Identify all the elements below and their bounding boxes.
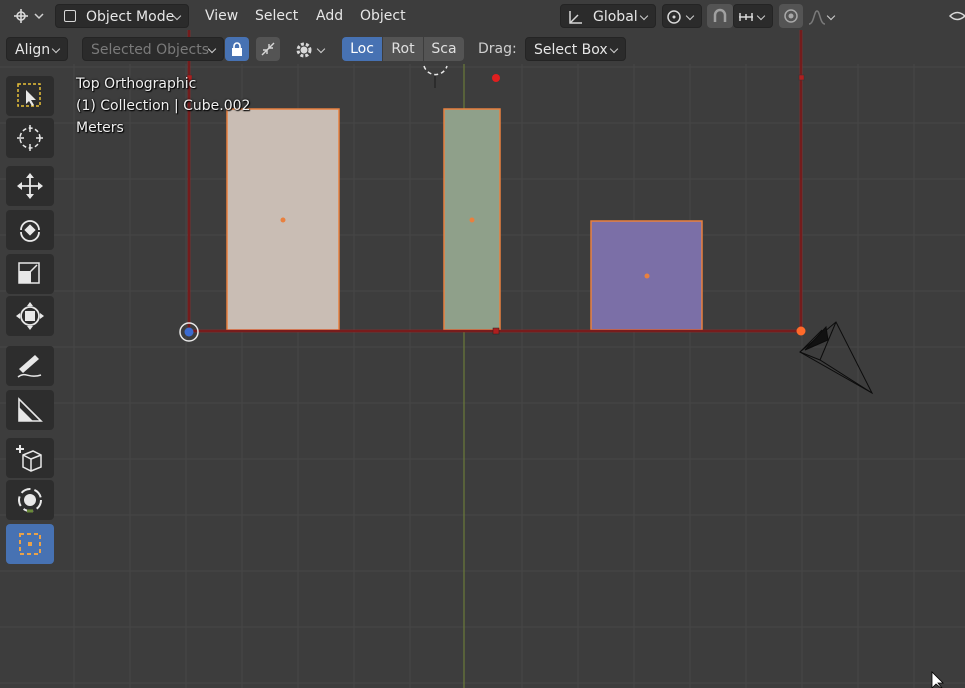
transform-tool[interactable] <box>6 296 54 336</box>
move-arrows-icon <box>17 173 43 199</box>
collection-info: (1) Collection | Cube.002 <box>76 98 251 114</box>
transform-orientation-dropdown[interactable]: Global <box>560 4 656 28</box>
add-cube-icon <box>16 445 42 472</box>
falloff-curve-icon <box>808 10 826 25</box>
menu-object[interactable]: Object <box>354 4 412 28</box>
units-label: Meters <box>76 120 124 136</box>
measure-tool[interactable] <box>6 390 54 430</box>
align-dropdown[interactable]: Align <box>6 37 68 61</box>
drag-label: Drag: <box>478 41 517 57</box>
cursor-tool[interactable] <box>6 118 54 158</box>
orientation-label: Global <box>593 9 638 25</box>
active-select-tool[interactable] <box>6 524 54 564</box>
magnet-icon <box>713 8 727 22</box>
camera-tool[interactable] <box>6 480 54 520</box>
menu-add[interactable]: Add <box>310 4 349 28</box>
proportional-edit-toggle[interactable] <box>779 4 803 28</box>
pencil-icon <box>17 355 42 378</box>
rotate-tool[interactable] <box>6 210 54 250</box>
options-dropdown[interactable] <box>291 37 333 61</box>
visibility-button[interactable] <box>948 4 965 28</box>
pivot-point-dropdown[interactable] <box>662 4 702 28</box>
snap-target-dropdown[interactable] <box>733 4 773 28</box>
scale-tool[interactable] <box>6 254 54 294</box>
snap-increment-icon <box>739 13 753 21</box>
select-box-icon <box>17 83 41 107</box>
segment-loc[interactable]: Loc <box>342 37 382 61</box>
drag-dropdown[interactable]: Select Box <box>525 37 626 61</box>
3d-viewport[interactable]: Object Mode View Select Add Object Globa… <box>0 0 965 688</box>
camera-orbit-icon <box>18 488 42 513</box>
mode-dropdown[interactable]: Object Mode <box>55 4 189 28</box>
mouse-pointer <box>931 671 944 688</box>
object-mode-icon <box>64 10 76 22</box>
pivot-icon <box>667 10 681 24</box>
rotate-icon <box>20 220 40 242</box>
editor-type-button[interactable] <box>4 4 48 28</box>
menu-select[interactable]: Select <box>249 4 304 28</box>
transform-icon <box>16 302 44 330</box>
eye-icon <box>948 11 965 21</box>
add-cube-tool[interactable] <box>6 438 54 478</box>
shrink-arrows-icon <box>261 42 275 56</box>
annotate-tool[interactable] <box>6 346 54 386</box>
lock-icon <box>232 42 242 56</box>
view-name: Top Orthographic <box>76 76 197 92</box>
cursor-icon <box>17 125 43 151</box>
scale-icon <box>18 262 40 284</box>
snap-toggle[interactable] <box>707 4 733 28</box>
gear-icon <box>296 42 312 58</box>
segment-rot[interactable]: Rot <box>383 37 423 61</box>
falloff-dropdown[interactable] <box>805 4 843 28</box>
affect-only-dropdown[interactable]: Selected Objects <box>82 37 224 61</box>
active-select-icon <box>19 533 41 555</box>
viewport-header: Object Mode View Select Add Object Globa… <box>0 0 965 33</box>
orientation-axes-icon <box>569 11 582 24</box>
select-box-tool[interactable] <box>6 76 54 116</box>
camera-object <box>799 321 874 395</box>
ruler-icon <box>18 397 43 422</box>
menu-view[interactable]: View <box>199 4 244 28</box>
lock-toggle[interactable] <box>225 37 249 61</box>
proportional-edit-icon <box>784 9 798 23</box>
transform-affect-toggle[interactable] <box>256 37 280 61</box>
mode-label: Object Mode <box>86 9 175 25</box>
editor-type-icon <box>14 9 44 23</box>
segment-sca[interactable]: Sca <box>424 37 464 61</box>
move-tool[interactable] <box>6 166 54 206</box>
